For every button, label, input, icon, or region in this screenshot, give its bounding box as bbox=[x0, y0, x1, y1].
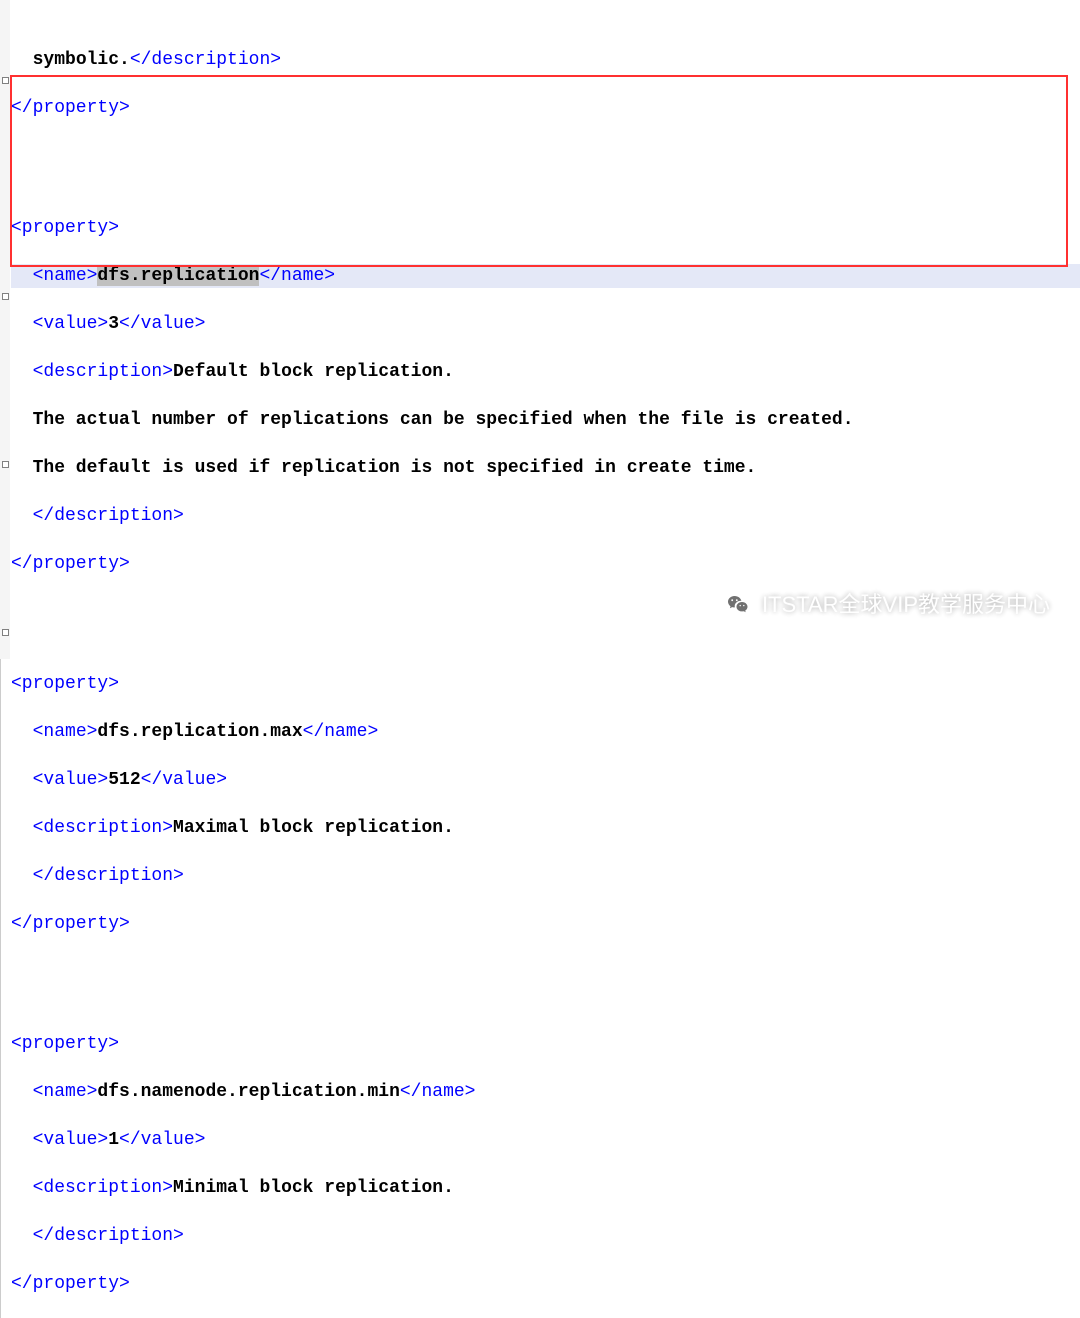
code-line: <description>Minimal block replication. bbox=[11, 1176, 1080, 1200]
code-line-highlighted: <name>dfs.replication</name> bbox=[11, 264, 1080, 288]
text-desc: The default is used if replication is no… bbox=[11, 458, 756, 478]
text-desc: Default block replication. bbox=[173, 362, 454, 382]
code-line: <name>dfs.namenode.replication.min</name… bbox=[11, 1080, 1080, 1104]
text-name: dfs.replication.max bbox=[97, 722, 302, 742]
tag-property-close: </property> bbox=[11, 98, 130, 118]
tag-property-open: <property> bbox=[11, 218, 119, 238]
text-desc: Maximal block replication. bbox=[173, 818, 454, 838]
watermark: ITSTAR全球VIP教学服务中心 bbox=[724, 591, 1050, 619]
code-line: <value>1</value> bbox=[11, 1128, 1080, 1152]
tag-value-close: </value> bbox=[141, 770, 227, 790]
code-line: </description> bbox=[11, 864, 1080, 888]
code-line: <description>Maximal block replication. bbox=[11, 816, 1080, 840]
text-value: 3 bbox=[108, 314, 119, 334]
code-line: </property> bbox=[11, 96, 1080, 120]
tag-name-open: <name> bbox=[33, 266, 98, 286]
tag-value-close: </value> bbox=[119, 1130, 205, 1150]
fold-gutter bbox=[0, 0, 10, 659]
code-editor[interactable]: symbolic.</description> </property> <pro… bbox=[0, 0, 1080, 1318]
tag-name-close: </name> bbox=[303, 722, 379, 742]
code-line: <description>Default block replication. bbox=[11, 360, 1080, 384]
fold-marker[interactable] bbox=[2, 77, 9, 84]
tag-property-close: </property> bbox=[11, 554, 130, 574]
tag-desc-close: </description> bbox=[130, 50, 281, 70]
code-line: symbolic.</description> bbox=[11, 48, 1080, 72]
code-line: </description> bbox=[11, 504, 1080, 528]
tag-value-close: </value> bbox=[119, 314, 205, 334]
tag-value-open: <value> bbox=[33, 1130, 109, 1150]
code-line: <property> bbox=[11, 1032, 1080, 1056]
tag-desc-close: </description> bbox=[33, 506, 184, 526]
tag-property-open: <property> bbox=[11, 1034, 119, 1054]
tag-name-close: </name> bbox=[400, 1082, 476, 1102]
tag-desc-open: <description> bbox=[33, 362, 173, 382]
tag-desc-open: <description> bbox=[33, 818, 173, 838]
tag-name-open: <name> bbox=[33, 1082, 98, 1102]
fold-marker[interactable] bbox=[2, 461, 9, 468]
code-line: </property> bbox=[11, 1272, 1080, 1296]
text-value: 1 bbox=[108, 1130, 119, 1150]
tag-property-close: </property> bbox=[11, 1274, 130, 1294]
text-content: symbolic. bbox=[33, 50, 130, 70]
text-value: 512 bbox=[108, 770, 140, 790]
code-line: <name>dfs.replication.max</name> bbox=[11, 720, 1080, 744]
code-line: <property> bbox=[11, 672, 1080, 696]
watermark-text: ITSTAR全球VIP教学服务中心 bbox=[762, 593, 1050, 617]
code-line: <value>512</value> bbox=[11, 768, 1080, 792]
fold-marker[interactable] bbox=[2, 629, 9, 636]
blank-line bbox=[11, 144, 1080, 168]
tag-value-open: <value> bbox=[33, 314, 109, 334]
text-desc: Minimal block replication. bbox=[173, 1178, 454, 1198]
code-line: </description> bbox=[11, 1224, 1080, 1248]
code-line: </property> bbox=[11, 912, 1080, 936]
tag-value-open: <value> bbox=[33, 770, 109, 790]
text-desc: The actual number of replications can be… bbox=[11, 410, 854, 430]
tag-desc-close: </description> bbox=[33, 1226, 184, 1246]
fold-marker[interactable] bbox=[2, 293, 9, 300]
tag-name-close: </name> bbox=[259, 266, 335, 286]
code-line: <value>3</value> bbox=[11, 312, 1080, 336]
tag-name-open: <name> bbox=[33, 722, 98, 742]
tag-property-open: <property> bbox=[11, 674, 119, 694]
code-line: <property> bbox=[11, 216, 1080, 240]
wechat-icon bbox=[724, 591, 752, 619]
text-name: dfs.namenode.replication.min bbox=[97, 1082, 399, 1102]
tag-property-close: </property> bbox=[11, 914, 130, 934]
code-line: The default is used if replication is no… bbox=[11, 456, 1080, 480]
selected-text: dfs.replication bbox=[97, 266, 259, 286]
code-line: </property> bbox=[11, 552, 1080, 576]
tag-desc-close: </description> bbox=[33, 866, 184, 886]
blank-line bbox=[11, 960, 1080, 984]
tag-desc-open: <description> bbox=[33, 1178, 173, 1198]
code-line: The actual number of replications can be… bbox=[11, 408, 1080, 432]
